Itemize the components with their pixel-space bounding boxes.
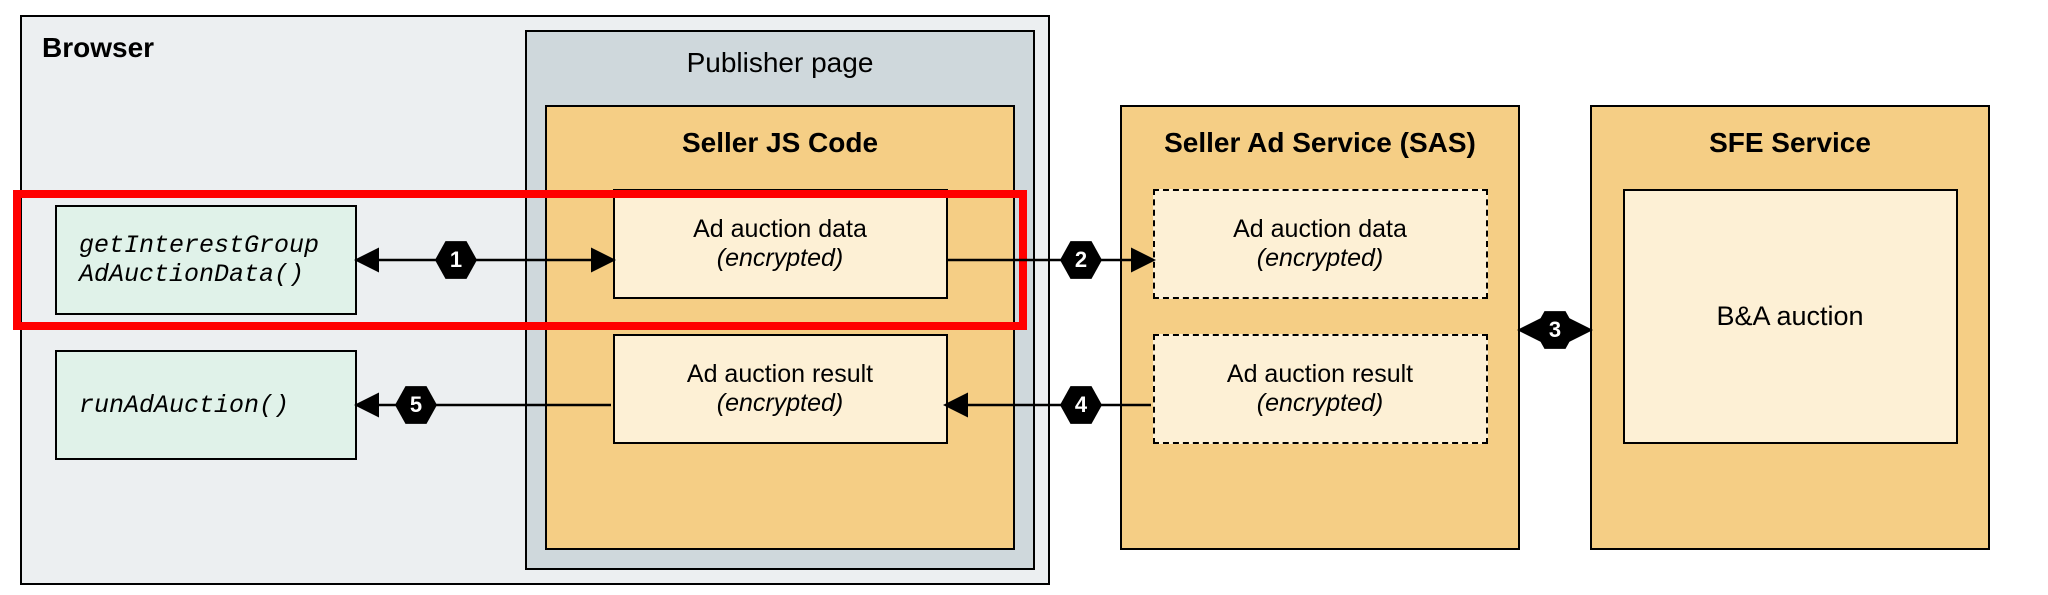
seller-js-result-note: (encrypted) — [717, 389, 843, 418]
sas-result-card: Ad auction result (encrypted) — [1153, 334, 1488, 444]
api-runadauction: runAdAuction() — [55, 350, 357, 460]
step-4-label: 4 — [1075, 392, 1087, 418]
sfe-inner-card: B&A auction — [1623, 189, 1958, 444]
step-badge-4: 4 — [1060, 384, 1102, 426]
browser-title: Browser — [42, 32, 154, 64]
step-badge-3: 3 — [1534, 309, 1576, 351]
sas-box: Seller Ad Service (SAS) Ad auction data … — [1120, 105, 1520, 550]
sfe-box: SFE Service B&A auction — [1590, 105, 1990, 550]
api-getinterestgroup-line2: AdAuctionData() — [79, 260, 304, 289]
sas-title: Seller Ad Service (SAS) — [1164, 127, 1476, 159]
sas-data-card: Ad auction data (encrypted) — [1153, 189, 1488, 299]
sfe-inner-label: B&A auction — [1716, 301, 1863, 332]
step-badge-2: 2 — [1060, 239, 1102, 281]
seller-js-data-label: Ad auction data — [693, 215, 867, 244]
step-3-label: 3 — [1549, 317, 1561, 343]
api-getinterestgroup: getInterestGroup AdAuctionData() — [55, 205, 357, 315]
seller-js-result-card: Ad auction result (encrypted) — [613, 334, 948, 444]
sas-result-label: Ad auction result — [1227, 360, 1413, 389]
step-1-label: 1 — [450, 247, 462, 273]
sas-result-note: (encrypted) — [1257, 389, 1383, 418]
seller-js-data-card: Ad auction data (encrypted) — [613, 189, 948, 299]
sfe-title: SFE Service — [1709, 127, 1871, 159]
step-2-label: 2 — [1075, 247, 1087, 273]
publisher-page-title: Publisher page — [687, 47, 874, 79]
step-5-label: 5 — [410, 392, 422, 418]
seller-js-result-label: Ad auction result — [687, 360, 873, 389]
seller-js-box: Seller JS Code Ad auction data (encrypte… — [545, 105, 1015, 550]
seller-js-data-note: (encrypted) — [717, 244, 843, 273]
api-runadauction-label: runAdAuction() — [79, 391, 289, 420]
api-getinterestgroup-line1: getInterestGroup — [79, 231, 319, 260]
sas-data-label: Ad auction data — [1233, 215, 1407, 244]
sas-data-note: (encrypted) — [1257, 244, 1383, 273]
seller-js-title: Seller JS Code — [682, 127, 878, 159]
